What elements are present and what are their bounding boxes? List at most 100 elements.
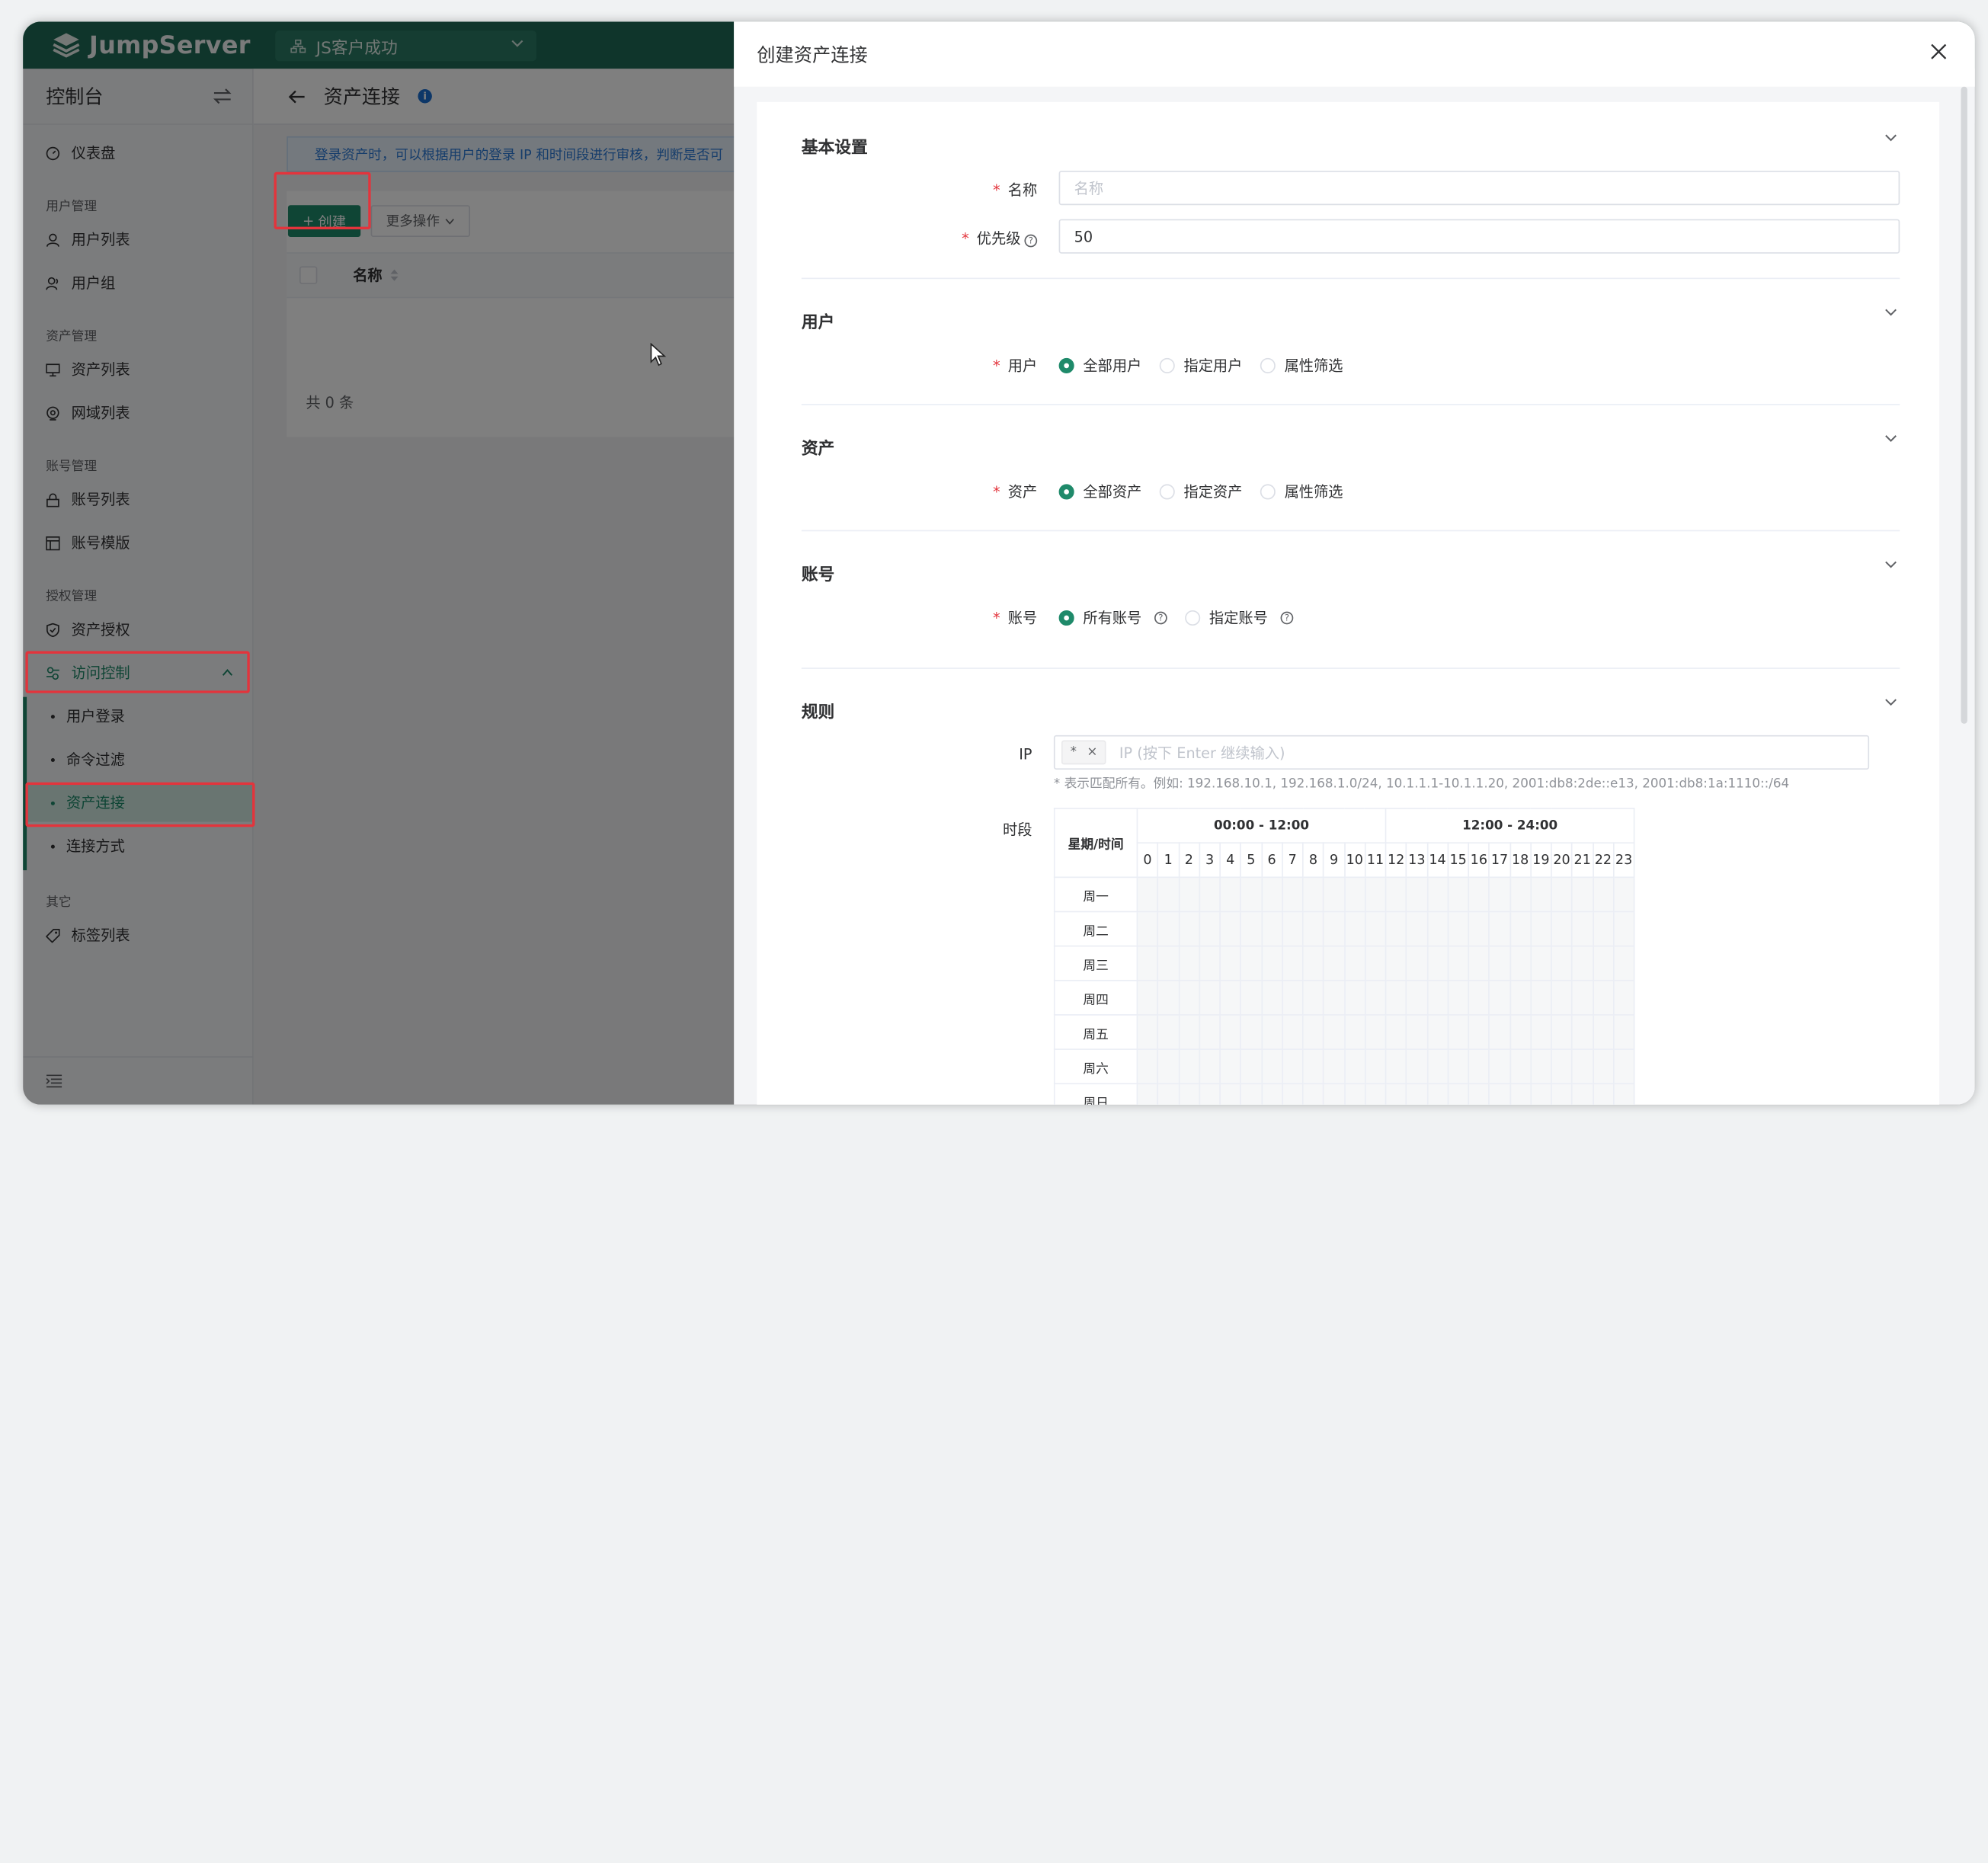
time-slot-cell[interactable] — [1301, 1083, 1324, 1105]
chevron-down-icon[interactable] — [1884, 134, 1897, 143]
time-slot-cell[interactable] — [1529, 876, 1552, 913]
close-icon[interactable] — [1930, 43, 1947, 60]
time-slot-cell[interactable] — [1281, 1083, 1304, 1105]
time-slot-cell[interactable] — [1468, 945, 1490, 981]
time-slot-cell[interactable] — [1177, 1048, 1200, 1085]
time-slot-cell[interactable] — [1136, 911, 1159, 947]
time-slot-cell[interactable] — [1219, 876, 1242, 913]
time-slot-cell[interactable] — [1551, 911, 1573, 947]
name-input[interactable]: 名称 — [1058, 171, 1900, 206]
time-slot-cell[interactable] — [1612, 945, 1635, 981]
time-slot-cell[interactable] — [1301, 979, 1324, 1016]
time-slot-cell[interactable] — [1405, 876, 1428, 913]
time-slot-cell[interactable] — [1509, 945, 1532, 981]
radio-specific-accounts[interactable]: 指定账号? — [1185, 608, 1294, 629]
time-slot-cell[interactable] — [1240, 876, 1263, 913]
time-slot-cell[interactable] — [1301, 911, 1324, 947]
time-slot-cell[interactable] — [1592, 979, 1615, 1016]
time-slot-cell[interactable] — [1551, 945, 1573, 981]
time-slot-cell[interactable] — [1301, 876, 1324, 913]
time-slot-cell[interactable] — [1260, 1083, 1283, 1105]
time-slot-cell[interactable] — [1136, 1048, 1159, 1085]
time-slot-cell[interactable] — [1157, 1048, 1180, 1085]
radio-specific-users[interactable]: 指定用户 — [1159, 356, 1242, 376]
time-slot-cell[interactable] — [1509, 911, 1532, 947]
time-slot-cell[interactable] — [1405, 911, 1428, 947]
time-slot-cell[interactable] — [1447, 1083, 1470, 1105]
time-slot-cell[interactable] — [1301, 945, 1324, 981]
radio-asset-attr-filter[interactable]: 属性筛选 — [1260, 482, 1343, 502]
time-slot-cell[interactable] — [1157, 979, 1180, 1016]
time-slot-cell[interactable] — [1136, 1083, 1159, 1105]
time-slot-cell[interactable] — [1509, 1014, 1532, 1050]
time-slot-cell[interactable] — [1323, 945, 1346, 981]
time-slot-cell[interactable] — [1385, 1083, 1407, 1105]
time-slot-cell[interactable] — [1343, 876, 1366, 913]
time-slot-cell[interactable] — [1426, 876, 1449, 913]
time-slot-cell[interactable] — [1405, 1014, 1428, 1050]
time-slot-cell[interactable] — [1529, 1014, 1552, 1050]
time-slot-cell[interactable] — [1551, 979, 1573, 1016]
time-slot-cell[interactable] — [1426, 1014, 1449, 1050]
time-slot-cell[interactable] — [1488, 1014, 1511, 1050]
time-slot-cell[interactable] — [1447, 1048, 1470, 1085]
time-slot-cell[interactable] — [1219, 979, 1242, 1016]
time-slot-cell[interactable] — [1447, 945, 1470, 981]
ip-input[interactable]: * × IP (按下 Enter 继续输入) — [1053, 735, 1870, 770]
time-slot-cell[interactable] — [1343, 945, 1366, 981]
time-slot-cell[interactable] — [1157, 945, 1180, 981]
time-slot-cell[interactable] — [1405, 1048, 1428, 1085]
time-slot-cell[interactable] — [1426, 1083, 1449, 1105]
time-slot-cell[interactable] — [1343, 911, 1366, 947]
time-slot-cell[interactable] — [1529, 979, 1552, 1016]
time-slot-cell[interactable] — [1157, 876, 1180, 913]
chevron-down-icon[interactable] — [1884, 309, 1897, 318]
time-slot-cell[interactable] — [1323, 1014, 1346, 1050]
time-slot-cell[interactable] — [1385, 979, 1407, 1016]
time-slot-cell[interactable] — [1240, 1083, 1263, 1105]
time-slot-cell[interactable] — [1199, 1083, 1221, 1105]
time-slot-cell[interactable] — [1488, 979, 1511, 1016]
time-slot-cell[interactable] — [1405, 1083, 1428, 1105]
time-slot-cell[interactable] — [1177, 876, 1200, 913]
time-slot-cell[interactable] — [1364, 876, 1387, 913]
time-slot-cell[interactable] — [1529, 911, 1552, 947]
radio-all-users[interactable]: 全部用户 — [1058, 356, 1141, 376]
time-slot-cell[interactable] — [1612, 1014, 1635, 1050]
time-slot-cell[interactable] — [1529, 945, 1552, 981]
time-slot-cell[interactable] — [1612, 1083, 1635, 1105]
time-slot-cell[interactable] — [1199, 945, 1221, 981]
time-slot-cell[interactable] — [1468, 979, 1490, 1016]
time-slot-cell[interactable] — [1571, 1083, 1594, 1105]
time-slot-cell[interactable] — [1592, 1014, 1615, 1050]
time-slot-cell[interactable] — [1488, 945, 1511, 981]
time-slot-cell[interactable] — [1488, 911, 1511, 947]
time-slot-cell[interactable] — [1260, 876, 1283, 913]
time-slot-cell[interactable] — [1385, 911, 1407, 947]
time-slot-cell[interactable] — [1405, 979, 1428, 1016]
time-slot-cell[interactable] — [1364, 1048, 1387, 1085]
time-slot-cell[interactable] — [1260, 979, 1283, 1016]
time-slot-cell[interactable] — [1240, 1014, 1263, 1050]
tag-close-icon[interactable]: × — [1087, 745, 1097, 759]
time-period-table[interactable]: 星期/时间 00:00 - 12:00 12:00 - 24:00 012345… — [1053, 808, 1635, 1105]
time-slot-cell[interactable] — [1323, 876, 1346, 913]
time-slot-cell[interactable] — [1136, 945, 1159, 981]
time-slot-cell[interactable] — [1364, 945, 1387, 981]
time-slot-cell[interactable] — [1447, 911, 1470, 947]
time-slot-cell[interactable] — [1199, 979, 1221, 1016]
time-slot-cell[interactable] — [1447, 1014, 1470, 1050]
time-slot-cell[interactable] — [1426, 911, 1449, 947]
time-slot-cell[interactable] — [1529, 1083, 1552, 1105]
time-slot-cell[interactable] — [1405, 945, 1428, 981]
radio-all-assets[interactable]: 全部资产 — [1058, 482, 1141, 502]
time-slot-cell[interactable] — [1199, 911, 1221, 947]
time-slot-cell[interactable] — [1260, 1014, 1283, 1050]
time-slot-cell[interactable] — [1281, 945, 1304, 981]
time-slot-cell[interactable] — [1592, 876, 1615, 913]
time-slot-cell[interactable] — [1551, 1014, 1573, 1050]
time-slot-cell[interactable] — [1199, 876, 1221, 913]
help-icon[interactable]: ? — [1280, 611, 1294, 625]
time-slot-cell[interactable] — [1281, 1014, 1304, 1050]
time-slot-cell[interactable] — [1136, 1014, 1159, 1050]
